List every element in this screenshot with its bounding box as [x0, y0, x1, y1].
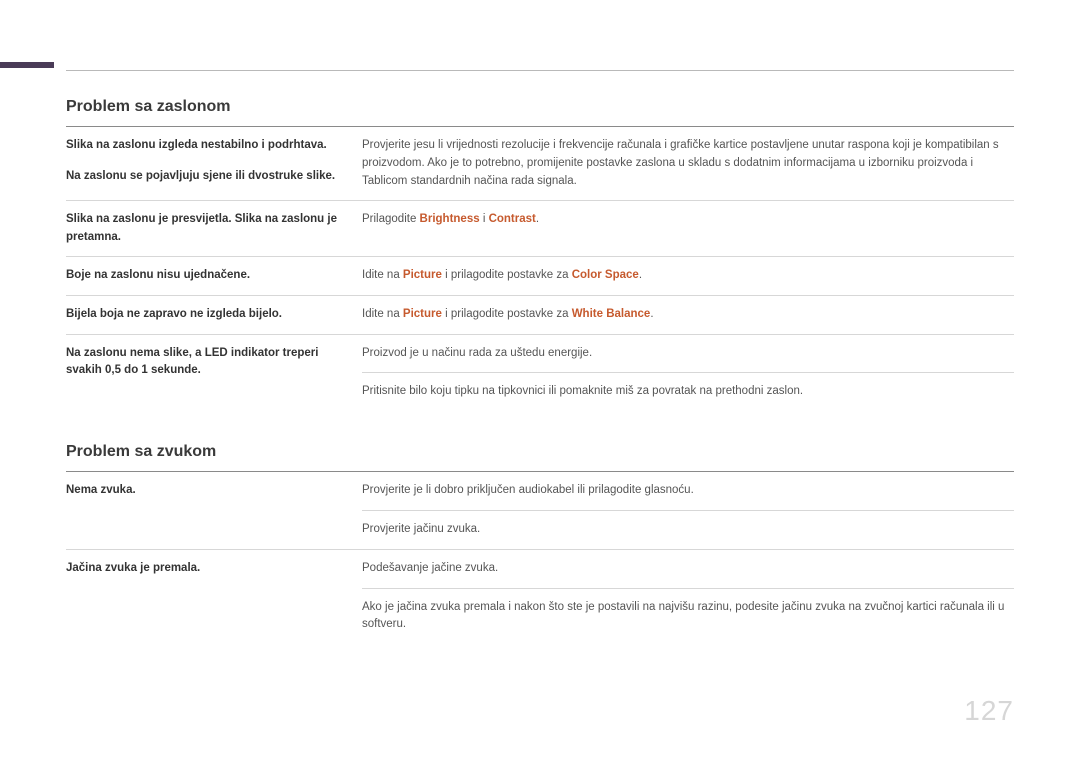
document-page: Problem sa zaslonom Slika na zaslonu izg…: [0, 0, 1080, 763]
problem-description: Prilagodite Brightness i Contrast.: [362, 201, 1014, 256]
highlight-term: Color Space: [572, 269, 639, 281]
header-rule: [66, 70, 1014, 71]
problem-label: Slika na zaslonu izgleda nestabilno i po…: [66, 127, 362, 200]
desc-text: Provjerite jačinu zvuka.: [362, 521, 1014, 539]
problem-description: Podešavanje jačine zvuka. Ako je jačina …: [362, 550, 1014, 644]
desc-text: Proizvod je u načinu rada za uštedu ener…: [362, 345, 1014, 374]
highlight-term: White Balance: [572, 308, 651, 320]
table-row: Nema zvuka. Provjerite je li dobro prikl…: [66, 472, 1014, 549]
problem-label: Na zaslonu nema slike, a LED indikator t…: [66, 335, 362, 412]
desc-text: .: [650, 308, 653, 320]
table-row: Slika na zaslonu je presvijetla. Slika n…: [66, 201, 1014, 257]
desc-text: Ako je jačina zvuka premala i nakon što …: [362, 599, 1014, 635]
desc-text: i prilagodite postavke za: [442, 308, 572, 320]
desc-text: Idite na: [362, 269, 403, 281]
problem-description: Provjerite je li dobro priključen audiok…: [362, 472, 1014, 549]
problem-label: Jačina zvuka je premala.: [66, 550, 362, 644]
problem-label: Nema zvuka.: [66, 472, 362, 549]
desc-text: i: [480, 213, 489, 225]
problem-label: Boje na zaslonu nisu ujednačene.: [66, 257, 362, 295]
problem-description: Idite na Picture i prilagodite postavke …: [362, 257, 1014, 295]
desc-text: .: [536, 213, 539, 225]
highlight-term: Brightness: [420, 213, 480, 225]
highlight-term: Picture: [403, 269, 442, 281]
section-title-sound: Problem sa zvukom: [66, 443, 1014, 461]
desc-text: Idite na: [362, 308, 403, 320]
table-row: Bijela boja ne zapravo ne izgleda bijelo…: [66, 296, 1014, 335]
desc-text: Podešavanje jačine zvuka.: [362, 560, 1014, 589]
section-title-screen: Problem sa zaslonom: [66, 98, 1014, 116]
problem-label: Bijela boja ne zapravo ne izgleda bijelo…: [66, 296, 362, 334]
label-text: Slika na zaslonu izgleda nestabilno i po…: [66, 137, 350, 154]
desc-text: .: [639, 269, 642, 281]
problem-label: Slika na zaslonu je presvijetla. Slika n…: [66, 201, 362, 256]
page-content: Problem sa zaslonom Slika na zaslonu izg…: [66, 70, 1014, 644]
label-text: Na zaslonu se pojavljuju sjene ili dvost…: [66, 168, 350, 185]
table-row: Boje na zaslonu nisu ujednačene. Idite n…: [66, 257, 1014, 296]
page-number: 127: [964, 695, 1014, 727]
header-tab-marker: [0, 62, 54, 68]
problem-description: Idite na Picture i prilagodite postavke …: [362, 296, 1014, 334]
table-row: Jačina zvuka je premala. Podešavanje jač…: [66, 550, 1014, 644]
problem-description: Provjerite jesu li vrijednosti rezolucij…: [362, 127, 1014, 200]
desc-text: i prilagodite postavke za: [442, 269, 572, 281]
table-row: Na zaslonu nema slike, a LED indikator t…: [66, 335, 1014, 412]
desc-text: Provjerite je li dobro priključen audiok…: [362, 482, 1014, 511]
desc-text: Pritisnite bilo koju tipku na tipkovnici…: [362, 383, 1014, 401]
highlight-term: Picture: [403, 308, 442, 320]
highlight-term: Contrast: [489, 213, 536, 225]
table-row: Slika na zaslonu izgleda nestabilno i po…: [66, 127, 1014, 201]
desc-text: Prilagodite: [362, 213, 420, 225]
problem-description: Proizvod je u načinu rada za uštedu ener…: [362, 335, 1014, 412]
